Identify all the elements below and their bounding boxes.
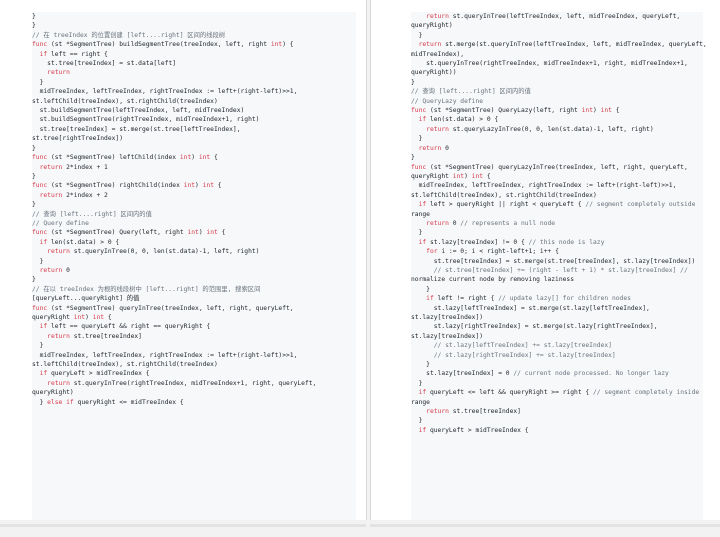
code-line: func (st *SegmentTree) leftChild(index i… — [32, 154, 218, 162]
code-line: } — [32, 78, 44, 86]
code-line: st.lazy[treeIndex]) — [411, 314, 484, 321]
code-line: range — [411, 398, 430, 406]
code-line: // 在以 treeIndex 为根的线段树中 [left...right] 的… — [32, 285, 261, 293]
code-line: range — [411, 210, 430, 218]
code-line: for i := 0; i < right-left+1; i++ { — [426, 248, 559, 256]
code-line: st.buildSegmentTree(rightTreeIndex, midT… — [32, 116, 260, 124]
code-block-right: return st.queryInTree(leftTreeIndex, lef… — [411, 12, 707, 520]
code-line: func (st *SegmentTree) Query(left, right… — [32, 229, 226, 237]
code-line: normalize current node by removing lazin… — [411, 276, 575, 284]
right-page: return st.queryInTree(leftTreeIndex, lef… — [370, 0, 720, 520]
code-line: func (st *SegmentTree) queryInTree(treeI… — [32, 304, 294, 312]
code-line: } — [411, 154, 415, 162]
page-gap — [0, 520, 720, 537]
code-line: if queryLeft <= left && queryRight >= ri… — [418, 389, 700, 397]
code-line: func (st *SegmentTree) QueryLazy(left, r… — [411, 107, 620, 115]
code-line: } — [32, 201, 36, 209]
code-line: midTreeIndex, leftTreeIndex, rightTreeIn… — [32, 88, 298, 96]
code-line: } — [411, 379, 423, 387]
code-line: return st.tree[treeIndex] — [47, 332, 142, 340]
code-line: return st.queryInTree(leftTreeIndex, lef… — [426, 13, 681, 20]
code-line: return 2*index + 1 — [39, 163, 108, 171]
code-line: return 0 // represents a null node — [426, 219, 556, 227]
code-line: st.lazy[rightTreeIndex] = st.merge(st.la… — [411, 323, 658, 331]
code-line: // st.lazy[leftTreeIndex] += st.lazy[tre… — [433, 342, 612, 350]
code-line: // Query define — [32, 219, 89, 227]
code-line: return st.queryLazyInTree(0, 0, len(st.d… — [426, 125, 654, 133]
code-line: midTreeIndex, leftTreeIndex, rightTreeIn… — [411, 182, 677, 190]
code-line: } — [32, 172, 36, 180]
code-line: return st.tree[treeIndex] — [426, 408, 521, 416]
code-block-left: }}// 在 treeIndex 的位置创建 [left....right] 区… — [32, 12, 356, 520]
code-line: queryRight int) int { — [32, 314, 112, 321]
code-line: // 查询 [left....right] 区间内的值 — [32, 210, 152, 218]
code-line: if left != right { // update lazy[] for … — [426, 295, 631, 303]
code-line: st.buildSegmentTree(leftTreeIndex, left,… — [32, 107, 245, 115]
code-line: queryRight) — [32, 389, 74, 397]
code-line: } — [411, 135, 423, 143]
code-line: } — [32, 144, 36, 152]
code-line: st.leftChild(treeIndex), st.rightChild(t… — [411, 191, 597, 199]
code-line: return — [47, 69, 70, 77]
code-line: return 0 — [39, 266, 70, 274]
code-line: return st.queryInTree(0, 0, len(st.data)… — [47, 248, 260, 256]
code-line: } — [32, 22, 36, 30]
code-line: st.lazy[treeIndex]) — [411, 332, 484, 340]
code-line: st.lazy[treeIndex] = 0 // current node p… — [411, 370, 669, 378]
code-line: return st.merge(st.queryInTree(leftTreeI… — [418, 41, 707, 49]
code-line: } — [411, 78, 415, 86]
code-line: st.leftChild(treeIndex), st.rightChild(t… — [32, 361, 218, 369]
code-line: return st.queryInTree(rightTreeIndex, mi… — [47, 379, 317, 387]
code-line: // st.tree[treeIndex] += (right - left +… — [433, 266, 688, 274]
code-line: func (st *SegmentTree) queryLazyInTree(t… — [411, 163, 688, 171]
code-line: func (st *SegmentTree) rightChild(index … — [32, 182, 222, 190]
code-line: st.lazy[leftTreeIndex] = st.merge(st.laz… — [411, 304, 650, 312]
code-line: st.tree[treeIndex] = st.data[left] — [32, 60, 177, 68]
code-line: return 2*index + 2 — [39, 191, 108, 199]
code-line: st.leftChild(treeIndex), st.rightChild(t… — [32, 97, 218, 105]
code-line: } — [411, 417, 423, 425]
code-line: if st.lazy[treeIndex] != 0 { // this nod… — [418, 238, 605, 246]
code-line: } — [411, 31, 423, 39]
code-line: st.queryInTree(rightTreeIndex, midTreeIn… — [411, 60, 688, 68]
code-line: } else if queryRight <= midTreeIndex { — [32, 398, 184, 406]
code-line: } — [32, 276, 36, 284]
code-line: if left == queryLeft && right == queryRi… — [39, 323, 211, 331]
code-line: // 在 treeIndex 的位置创建 [left....right] 区间的… — [32, 31, 226, 39]
code-line: } — [32, 342, 44, 350]
code-line: queryRight) — [411, 22, 453, 30]
code-line: } — [32, 257, 44, 265]
code-line: st.tree[treeIndex] = st.merge(st.tree[tr… — [411, 257, 696, 265]
code-line: if len(st.data) > 0 { — [39, 238, 120, 246]
code-line: // 查询 [left....right] 区间内的值 — [411, 88, 531, 96]
code-line: queryRight int) int { — [411, 172, 491, 180]
left-page: }}// 在 treeIndex 的位置创建 [left....right] 区… — [0, 0, 367, 520]
code-line: } — [411, 229, 423, 237]
code-line: // st.lazy[rightTreeIndex] += st.lazy[tr… — [433, 351, 616, 359]
code-line: } — [411, 361, 430, 369]
code-line: queryRight)) — [411, 69, 457, 77]
code-line: if left > queryRight || right < queryLef… — [418, 201, 696, 209]
next-page-edge-left — [0, 524, 366, 527]
code-line: [queryLeft...queryRight] 的值 — [32, 295, 140, 303]
code-line: st.tree[rightTreeIndex]) — [32, 135, 123, 143]
code-line: if queryLeft > midTreeIndex { — [39, 370, 150, 378]
code-line: } — [411, 285, 430, 293]
next-page-edge-right — [370, 524, 720, 527]
code-line: if len(st.data) > 0 { — [418, 116, 499, 124]
code-line: if queryLeft > midTreeIndex { — [418, 426, 529, 434]
code-line: if left == right { — [39, 50, 108, 58]
code-line: return 0 — [418, 144, 449, 152]
code-line: func (st *SegmentTree) buildSegmentTree(… — [32, 41, 294, 49]
code-line: } — [32, 13, 36, 20]
code-line: midTreeIndex), — [411, 50, 465, 58]
code-line: midTreeIndex, leftTreeIndex, rightTreeIn… — [32, 351, 298, 359]
code-line: st.tree[treeIndex] = st.merge(st.tree[le… — [32, 125, 241, 133]
code-line: // QueryLazy define — [411, 97, 484, 105]
